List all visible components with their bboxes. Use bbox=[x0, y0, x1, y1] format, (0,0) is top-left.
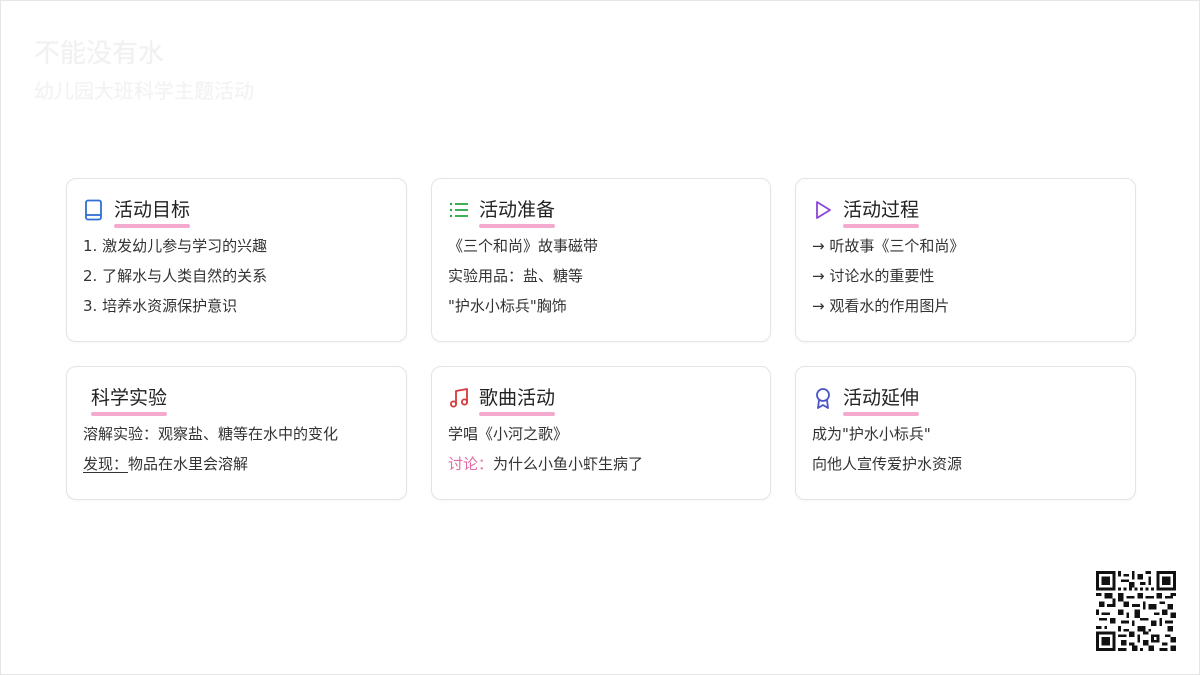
list-item: 3. 培养水资源保护意识 bbox=[83, 297, 238, 315]
card-title: 歌曲活动 bbox=[479, 387, 556, 416]
card-header: 活动过程 bbox=[812, 197, 1119, 228]
finding-label: 发现： bbox=[83, 455, 129, 473]
finding-line: 发现：物品在水里会溶解 bbox=[83, 449, 390, 479]
qr-code-image bbox=[1096, 571, 1176, 651]
card-title: 活动准备 bbox=[479, 199, 556, 228]
list-item: 成为"护水小标兵" bbox=[812, 425, 931, 443]
card-activity-extension: 活动延伸 成为"护水小标兵" 向他人宣传爱护水资源 bbox=[795, 366, 1136, 500]
slide-page: 不能没有水 幼儿园大班科学主题活动 活动目标 1. 激发幼儿参与学习的兴趣 2.… bbox=[0, 0, 1200, 675]
card-song-activity: 歌曲活动 学唱《小河之歌》 讨论：为什么小鱼小虾生病了 bbox=[431, 366, 771, 500]
list-item: 2. 了解水与人类自然的关系 bbox=[83, 267, 268, 285]
list-item: 溶解实验：观察盐、糖等在水中的变化 bbox=[83, 425, 339, 443]
card-activity-goals: 活动目标 1. 激发幼儿参与学习的兴趣 2. 了解水与人类自然的关系 3. 培养… bbox=[66, 178, 407, 342]
card-title: 活动目标 bbox=[114, 199, 191, 228]
list-item: 1. 激发幼儿参与学习的兴趣 bbox=[83, 237, 268, 255]
play-icon bbox=[812, 199, 834, 221]
card-header: 活动目标 bbox=[83, 197, 390, 228]
list-item: 向他人宣传爱护水资源 bbox=[812, 455, 963, 473]
discuss-label: 讨论： bbox=[448, 455, 494, 473]
card-header: 歌曲活动 bbox=[448, 385, 754, 416]
slide-header: 不能没有水 幼儿园大班科学主题活动 bbox=[34, 37, 254, 105]
book-icon bbox=[83, 199, 105, 221]
list-item: 《三个和尚》故事磁带 bbox=[448, 237, 599, 255]
card-title: 科学实验 bbox=[91, 387, 168, 416]
list-item: → 讨论水的重要性 bbox=[812, 267, 935, 285]
finding-text: 物品在水里会溶解 bbox=[128, 455, 249, 473]
discuss-line: 讨论：为什么小鱼小虾生病了 bbox=[448, 449, 754, 479]
card-header: 活动准备 bbox=[448, 197, 754, 228]
list-item: 实验用品：盐、糖等 bbox=[448, 267, 584, 285]
list-item: 学唱《小河之歌》 bbox=[448, 425, 569, 443]
page-subtitle: 幼儿园大班科学主题活动 bbox=[34, 79, 254, 103]
card-header: 科学实验 bbox=[83, 385, 390, 416]
list-icon bbox=[448, 199, 470, 221]
card-activity-process: 活动过程 → 听故事《三个和尚》 → 讨论水的重要性 → 观看水的作用图片 bbox=[795, 178, 1136, 342]
card-title: 活动延伸 bbox=[843, 387, 920, 416]
music-icon bbox=[448, 387, 470, 409]
list-item: → 听故事《三个和尚》 bbox=[812, 237, 965, 255]
award-icon bbox=[812, 387, 834, 409]
list-item: → 观看水的作用图片 bbox=[812, 297, 950, 315]
card-header: 活动延伸 bbox=[812, 385, 1119, 416]
discuss-text: 为什么小鱼小虾生病了 bbox=[493, 455, 644, 473]
card-science-experiment: 科学实验 溶解实验：观察盐、糖等在水中的变化 发现：物品在水里会溶解 bbox=[66, 366, 407, 500]
page-title: 不能没有水 bbox=[34, 39, 165, 69]
list-item: "护水小标兵"胸饰 bbox=[448, 297, 567, 315]
card-activity-preparation: 活动准备 《三个和尚》故事磁带 实验用品：盐、糖等 "护水小标兵"胸饰 bbox=[431, 178, 771, 342]
card-title: 活动过程 bbox=[843, 199, 920, 228]
